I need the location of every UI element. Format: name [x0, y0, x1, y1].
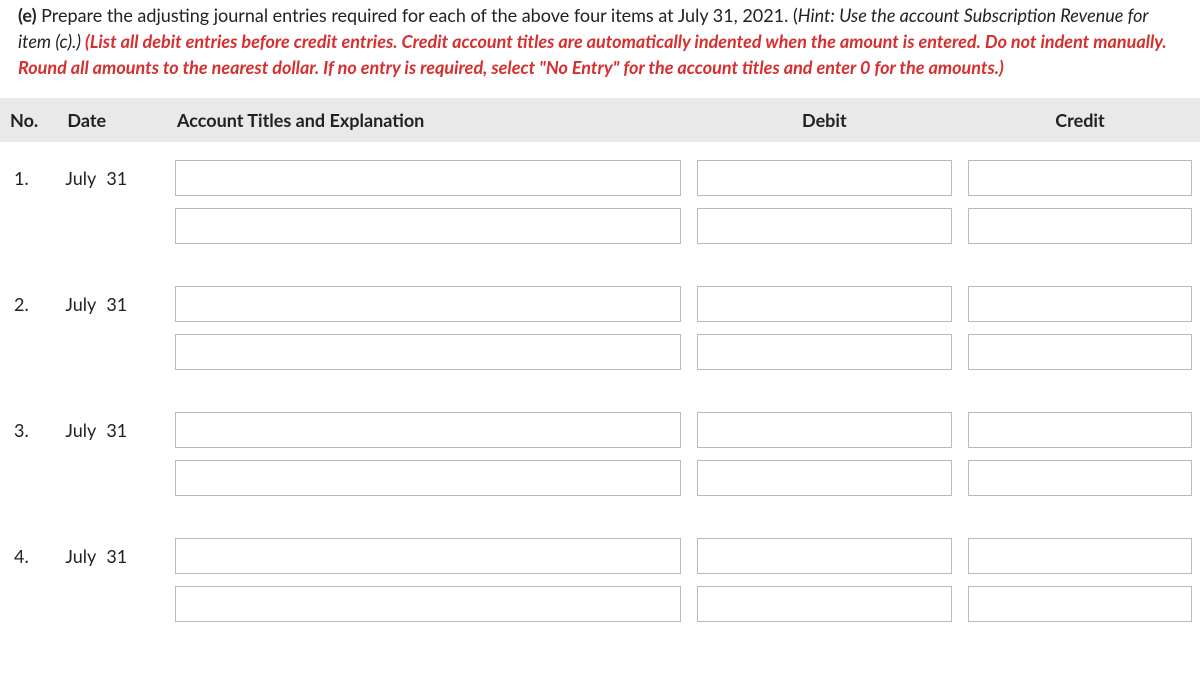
date-month: July	[65, 545, 96, 567]
date-month: July	[65, 419, 96, 441]
debit-input[interactable]	[697, 286, 952, 322]
entry-date: July 31	[57, 394, 167, 454]
account-title-input[interactable]	[175, 412, 681, 448]
header-date: Date	[57, 98, 167, 142]
credit-input[interactable]	[968, 286, 1192, 322]
debit-input[interactable]	[697, 334, 952, 370]
account-title-input[interactable]	[175, 334, 681, 370]
table-header-row: No. Date Account Titles and Explanation …	[0, 98, 1200, 142]
account-title-input[interactable]	[175, 538, 681, 574]
credit-input[interactable]	[968, 160, 1192, 196]
debit-input[interactable]	[697, 586, 952, 622]
date-day: 31	[106, 293, 127, 315]
entry-date: July 31	[57, 142, 167, 202]
entry-no: 1.	[0, 142, 57, 202]
date-day: 31	[106, 545, 127, 567]
header-no: No.	[0, 98, 57, 142]
question-instructions: (e) Prepare the adjusting journal entrie…	[0, 0, 1200, 98]
date-month: July	[65, 167, 96, 189]
debit-input[interactable]	[697, 160, 952, 196]
credit-input[interactable]	[968, 538, 1192, 574]
debit-input[interactable]	[697, 412, 952, 448]
header-debit: Debit	[689, 98, 960, 142]
table-row	[0, 328, 1200, 394]
credit-input[interactable]	[968, 460, 1192, 496]
entry-no: 3.	[0, 394, 57, 454]
credit-input[interactable]	[968, 208, 1192, 244]
account-title-input[interactable]	[175, 208, 681, 244]
table-row	[0, 454, 1200, 520]
table-row: 4. July 31	[0, 520, 1200, 580]
date-month: July	[65, 293, 96, 315]
credit-input[interactable]	[968, 412, 1192, 448]
debit-input[interactable]	[697, 208, 952, 244]
debit-input[interactable]	[697, 460, 952, 496]
journal-entry-table: No. Date Account Titles and Explanation …	[0, 98, 1200, 628]
table-row	[0, 580, 1200, 628]
credit-input[interactable]	[968, 586, 1192, 622]
table-row	[0, 202, 1200, 268]
date-day: 31	[106, 419, 127, 441]
credit-input[interactable]	[968, 334, 1192, 370]
instruction-main: Prepare the adjusting journal entries re…	[41, 4, 798, 26]
account-title-input[interactable]	[175, 286, 681, 322]
table-row: 1. July 31	[0, 142, 1200, 202]
entry-no: 2.	[0, 268, 57, 328]
entry-date: July 31	[57, 520, 167, 580]
account-title-input[interactable]	[175, 160, 681, 196]
header-account: Account Titles and Explanation	[167, 98, 689, 142]
account-title-input[interactable]	[175, 586, 681, 622]
table-row: 2. July 31	[0, 268, 1200, 328]
entry-date: July 31	[57, 268, 167, 328]
account-title-input[interactable]	[175, 460, 681, 496]
date-day: 31	[106, 167, 127, 189]
debit-input[interactable]	[697, 538, 952, 574]
table-row: 3. July 31	[0, 394, 1200, 454]
entry-no: 4.	[0, 520, 57, 580]
instruction-red: (List all debit entries before credit en…	[18, 30, 1167, 78]
hint-label: Hint:	[798, 4, 835, 26]
header-credit: Credit	[960, 98, 1200, 142]
part-label: (e)	[18, 4, 37, 26]
